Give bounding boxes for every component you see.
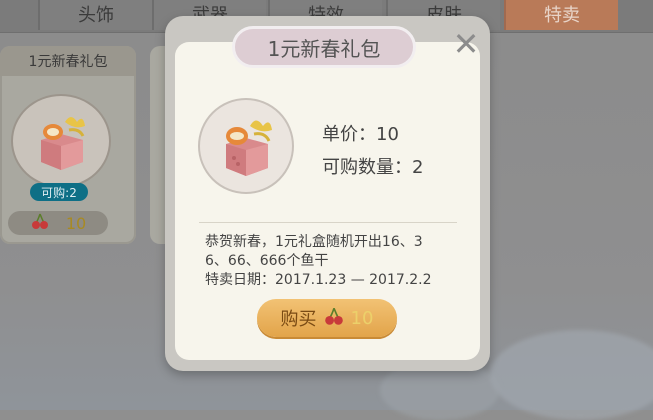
tab-special-sale[interactable]: 特卖: [504, 0, 618, 30]
purchasable-quantity: 可购数量：2: [322, 157, 424, 178]
buy-price: 10: [350, 307, 374, 329]
card-price: 10: [8, 211, 108, 235]
tab-label: 头饰: [78, 5, 114, 26]
purchasable-badge: 可购:2: [30, 183, 88, 201]
buy-button[interactable]: 购买 10: [257, 299, 397, 337]
tab-headwear[interactable]: 头饰: [38, 0, 152, 30]
gift-box-icon: [198, 98, 294, 194]
sale-date: 特卖日期：2017.1.23 — 2017.2.2: [205, 272, 432, 288]
buy-label: 购买: [280, 309, 317, 330]
cherry-icon: [30, 211, 50, 235]
divider: [199, 222, 457, 223]
unit-price: 单价：10: [322, 124, 399, 145]
shop-item-card[interactable]: 1元新春礼包 可购:2 10: [0, 46, 136, 244]
card-title: 1元新春礼包: [0, 46, 136, 76]
tab-label: 特卖: [544, 5, 580, 26]
description-line: 恭贺新春，1元礼盒随机开出16、3: [205, 234, 423, 250]
item-description: 恭贺新春，1元礼盒随机开出16、3 6、66、666个鱼干 特卖日期：2017.…: [205, 233, 450, 290]
dialog-title: 1元新春礼包: [232, 26, 416, 68]
cherry-icon: [323, 305, 345, 332]
description-line: 6、66、666个鱼干: [205, 253, 329, 269]
card-price-value: 10: [65, 213, 87, 233]
close-icon[interactable]: ✕: [452, 28, 480, 60]
gift-box-icon: [11, 94, 111, 188]
